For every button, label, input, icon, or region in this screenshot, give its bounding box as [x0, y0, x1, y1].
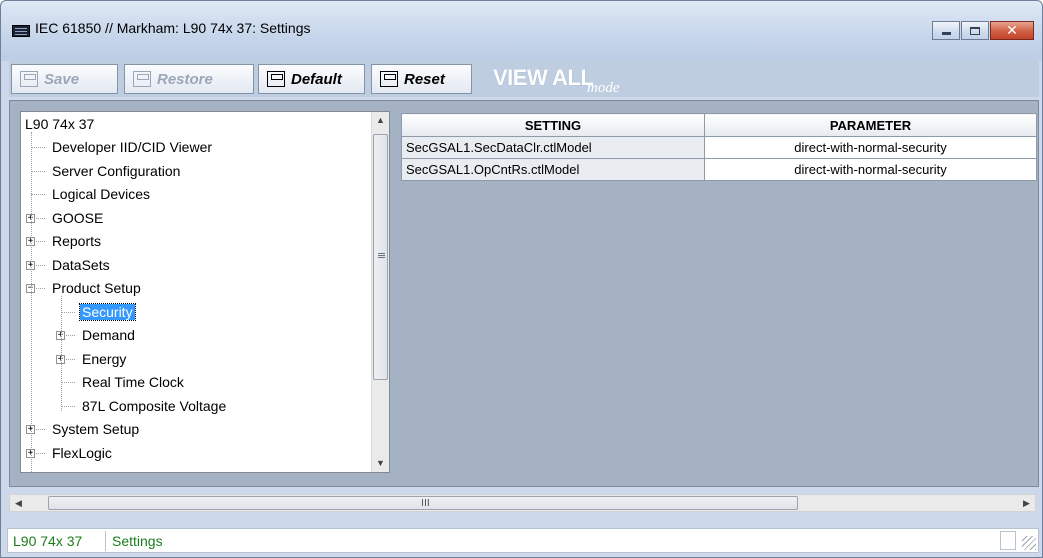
- restore-button[interactable]: Restore: [124, 64, 254, 94]
- table-row[interactable]: SecGSAL1.SecDataClr.ctlModel direct-with…: [401, 136, 1037, 159]
- tree-item-label: GOOSE: [52, 210, 104, 226]
- scroll-down-icon[interactable]: ▼: [372, 455, 389, 472]
- scroll-up-icon[interactable]: ▲: [372, 112, 389, 129]
- table-row[interactable]: SecGSAL1.OpCntRs.ctlModel direct-with-no…: [401, 158, 1037, 181]
- setting-cell: SecGSAL1.SecDataClr.ctlModel: [401, 136, 705, 159]
- reset-button[interactable]: Reset: [371, 64, 472, 94]
- reset-icon: [380, 71, 398, 87]
- tree-item-label: Real Time Clock: [82, 374, 184, 390]
- tree-item-label: Security: [79, 303, 136, 321]
- tree-connector: [61, 382, 75, 383]
- save-icon: [20, 71, 38, 87]
- tree-item-goose[interactable]: GOOSE: [50, 208, 105, 228]
- app-icon: [12, 25, 30, 37]
- tree-item-label: 87L Composite Voltage: [82, 398, 227, 414]
- close-button[interactable]: ✕: [990, 21, 1034, 40]
- tree-item-security[interactable]: Security: [79, 302, 136, 322]
- tree-item-developer-iid-cid-viewer[interactable]: Developer IID/CID Viewer: [50, 137, 214, 157]
- tree-connector: [61, 296, 62, 411]
- default-label: Default: [291, 70, 342, 88]
- settings-tree: L90 74x 37 Developer IID/CID Viewer Serve…: [21, 112, 371, 472]
- horizontal-scrollbar[interactable]: ◀ III ▶: [9, 494, 1036, 512]
- grip-icon: [378, 253, 385, 254]
- horizontal-scroll-thumb[interactable]: III: [48, 496, 798, 510]
- default-icon: [267, 71, 285, 87]
- status-divider: [105, 531, 106, 551]
- save-button[interactable]: Save: [11, 64, 118, 94]
- tree-item-product-setup[interactable]: Product Setup: [50, 278, 143, 298]
- tree-item-label: Demand: [82, 327, 135, 343]
- title-bar[interactable]: IEC 61850 // Markham: L90 74x 37: Settin…: [1, 1, 1042, 61]
- tree-connector: [31, 147, 45, 148]
- tree-item-label: Reports: [52, 233, 102, 249]
- reset-label: Reset: [404, 70, 445, 88]
- tree-connector: [61, 406, 75, 407]
- settings-window: IEC 61850 // Markham: L90 74x 37: Settin…: [0, 0, 1043, 558]
- close-icon: ✕: [1006, 22, 1018, 39]
- tree-item-real-time-clock[interactable]: Real Time Clock: [80, 372, 186, 392]
- tree-item-server-configuration[interactable]: Server Configuration: [50, 161, 182, 181]
- tree-item-label: FlexLogic: [52, 445, 112, 461]
- maximize-icon: [970, 26, 980, 35]
- window-title: IEC 61850 // Markham: L90 74x 37: Settin…: [35, 20, 311, 36]
- tree-item-label: System Setup: [52, 421, 140, 437]
- status-view: Settings: [112, 533, 163, 549]
- tree-root[interactable]: L90 74x 37: [23, 114, 96, 134]
- setting-cell: SecGSAL1.OpCntRs.ctlModel: [401, 158, 705, 181]
- tree-item-system-setup[interactable]: System Setup: [50, 419, 141, 439]
- settings-grid-pane: SETTING PARAMETER SecGSAL1.SecDataClr.ct…: [401, 113, 1037, 472]
- tree-item-label: Server Configuration: [52, 163, 181, 179]
- tree-item-demand[interactable]: Demand: [80, 325, 137, 345]
- minimize-button[interactable]: [932, 21, 960, 40]
- resize-grip-icon[interactable]: [1022, 536, 1036, 550]
- tree-item-flexlogic[interactable]: FlexLogic: [50, 443, 114, 463]
- tree-item-reports[interactable]: Reports: [50, 231, 103, 251]
- tree-scroll-thumb[interactable]: [373, 134, 388, 380]
- tree-vertical-scrollbar[interactable]: ▲ ▼: [371, 112, 389, 472]
- tree-item-energy[interactable]: Energy: [80, 349, 128, 369]
- tree-connector: [31, 132, 32, 472]
- status-panel: [1000, 531, 1016, 550]
- tree-item-label: Product Setup: [52, 280, 141, 296]
- toolbar: Save Restore Default Reset VIEW ALL mode: [9, 61, 1039, 97]
- grip-icon: III: [421, 498, 430, 509]
- settings-tree-pane: L90 74x 37 Developer IID/CID Viewer Serve…: [20, 111, 390, 473]
- tree-root-label: L90 74x 37: [25, 116, 95, 132]
- column-header-parameter[interactable]: PARAMETER: [704, 113, 1037, 137]
- window-controls: ✕: [932, 21, 1034, 40]
- scroll-right-icon[interactable]: ▶: [1018, 495, 1035, 512]
- view-all-mode-title: VIEW ALL: [493, 65, 594, 90]
- status-device: L90 74x 37: [13, 533, 83, 549]
- save-label: Save: [44, 70, 80, 88]
- default-button[interactable]: Default: [258, 64, 365, 94]
- settings-table: SETTING PARAMETER SecGSAL1.SecDataClr.ct…: [401, 113, 1037, 181]
- minimize-icon: [941, 32, 951, 35]
- parameter-cell[interactable]: direct-with-normal-security: [704, 136, 1037, 159]
- tree-connector: [31, 194, 45, 195]
- restore-label: Restore: [157, 70, 213, 88]
- view-all-mode-suffix: mode: [587, 80, 620, 96]
- status-bar: L90 74x 37 Settings: [7, 528, 1039, 553]
- tree-connector: [31, 171, 45, 172]
- tree-item-label: Developer IID/CID Viewer: [52, 139, 213, 155]
- tree-item-label: DataSets: [52, 257, 110, 273]
- maximize-button[interactable]: [961, 21, 989, 40]
- restore-icon: [133, 71, 151, 87]
- tree-connector: [61, 312, 75, 313]
- scroll-left-icon[interactable]: ◀: [10, 495, 27, 512]
- content-area: L90 74x 37 Developer IID/CID Viewer Serve…: [9, 100, 1039, 487]
- tree-item-datasets[interactable]: DataSets: [50, 255, 112, 275]
- tree-item-label: Logical Devices: [52, 186, 151, 202]
- tree-item-87l-composite-voltage[interactable]: 87L Composite Voltage: [80, 396, 228, 416]
- tree-item-logical-devices[interactable]: Logical Devices: [50, 184, 152, 204]
- column-header-setting[interactable]: SETTING: [401, 113, 705, 137]
- tree-item-label: Energy: [82, 351, 127, 367]
- parameter-cell[interactable]: direct-with-normal-security: [704, 158, 1037, 181]
